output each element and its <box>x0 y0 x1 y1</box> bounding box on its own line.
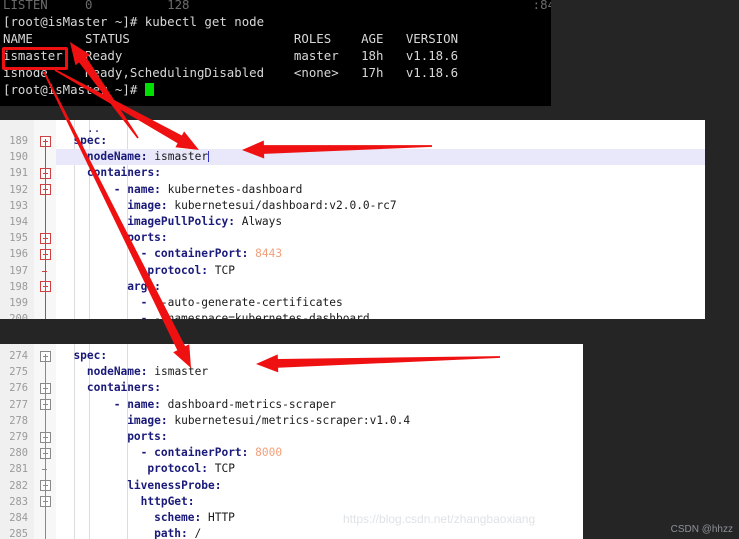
line-number: 275 <box>9 366 28 379</box>
line-number: 200 <box>0 311 28 319</box>
code-line[interactable]: 282 livenessProbe: <box>0 478 583 494</box>
terminal-command-line: [root@isMaster ~]# kubectl get node <box>3 14 265 29</box>
prompt-text: [root@isMaster ~]# <box>3 82 145 97</box>
line-number: 191 <box>9 167 28 180</box>
code-line[interactable]: 200 - --namespace=kubernetes-dashboard <box>0 311 705 319</box>
code-line-text: - name: kubernetes-dashboard <box>113 182 303 196</box>
code-line[interactable]: 274 spec: <box>0 348 583 364</box>
line-number: 280 <box>9 447 28 460</box>
line-number: 199 <box>9 297 28 309</box>
terminal-table-row-ismaster: ismaster Ready master 18h v1.18.6 <box>3 48 459 63</box>
code-line[interactable]: 195 ports: <box>0 230 705 246</box>
code-line-text: image: kubernetesui/dashboard:v2.0.0-rc7 <box>127 198 397 212</box>
line-number: 197 <box>9 264 28 277</box>
screenshot-root: LISTEN 0 128 :8443 [root@isMaster ~]# ku… <box>0 0 739 539</box>
code-line-text: containers: <box>86 166 161 180</box>
line-number: 195 <box>9 232 28 245</box>
line-number: 278 <box>9 414 28 427</box>
line-number: 192 <box>9 183 28 196</box>
terminal-table-row-isnode: isnode Ready,SchedulingDisabled <none> 1… <box>3 65 459 80</box>
code-line[interactable]: 285 path: / <box>0 526 583 539</box>
highlight-box-ismaster <box>2 47 68 70</box>
code-line[interactable]: 284 scheme: HTTP <box>0 510 583 526</box>
terminal-final-prompt: [root@isMaster ~]# <box>3 82 154 98</box>
code-line-text: livenessProbe: <box>127 478 222 492</box>
line-number: 274 <box>9 350 28 362</box>
line-number: 285 <box>9 528 28 539</box>
code-line[interactable]: 190 nodeName: ismaster <box>0 149 705 166</box>
code-line[interactable]: 192 - name: kubernetes-dashboard <box>0 182 705 198</box>
code-line[interactable]: 281 protocol: TCP <box>0 461 583 477</box>
line-number: 279 <box>9 431 28 443</box>
code-line-text: - name: dashboard-metrics-scraper <box>113 397 337 411</box>
code-line[interactable]: 199 - --auto-generate-certificates <box>0 295 705 311</box>
code-line[interactable]: 275 nodeName: ismaster <box>0 364 583 380</box>
line-number: 193 <box>9 199 28 212</box>
code-line[interactable]: 197 protocol: TCP <box>0 263 705 279</box>
yaml-editor-dashboard-deployment[interactable]: .. 189 spec: 190 nodeName: ismaster 191 contai… <box>0 120 705 319</box>
code-line[interactable]: 196 - containerPort: 8443 <box>0 246 705 262</box>
line-number: 194 <box>9 216 28 228</box>
code-line-text: protocol: TCP <box>147 263 235 277</box>
line-number: 281 <box>9 463 28 476</box>
code-line-text: - containerPort: 8000 <box>140 446 283 460</box>
code-line[interactable]: 279 ports: <box>0 429 583 445</box>
yaml-editor-metrics-scraper-deployment[interactable]: 274 spec: 275 nodeName: ismaster 276 containe… <box>0 344 583 539</box>
code-line-text: - --auto-generate-certificates <box>140 296 343 309</box>
terminal-window[interactable]: LISTEN 0 128 :8443 [root@isMaster ~]# ku… <box>0 0 551 106</box>
code-line[interactable]: 278 image: kubernetesui/metrics-scraper:v… <box>0 413 583 429</box>
code-line-text: containers: <box>86 381 161 395</box>
code-line[interactable]: 193 image: kubernetesui/dashboard:v2.0.0-… <box>0 198 705 214</box>
line-number: 277 <box>9 398 28 411</box>
code-line-text: imagePullPolicy: Always <box>127 215 283 228</box>
code-line-text: ports: <box>127 430 168 443</box>
code-line[interactable]: 280 - containerPort: 8000 <box>0 445 583 461</box>
code-line[interactable]: 283 httpGet: <box>0 494 583 510</box>
line-number: 198 <box>9 280 28 293</box>
code-line-text: - --namespace=kubernetes-dashboard <box>140 312 370 319</box>
line-number: 196 <box>9 248 28 261</box>
code-line-text: spec: <box>73 349 108 362</box>
code-line-text: scheme: HTTP <box>154 511 235 524</box>
terminal-cut-line: LISTEN 0 128 :8443 <box>3 0 551 12</box>
csdn-watermark: CSDN @hhzz <box>670 524 733 535</box>
code-line[interactable]: 276 containers: <box>0 380 583 396</box>
code-line-text: nodeName: ismaster <box>86 150 210 164</box>
line-number: 282 <box>9 479 28 492</box>
code-fold-line <box>45 139 46 319</box>
code-line-text: image: kubernetesui/metrics-scraper:v1.0… <box>127 413 411 427</box>
code-line-text: nodeName: ismaster <box>86 365 209 379</box>
code-line[interactable]: 189 spec: <box>0 133 705 149</box>
code-line-text: path: / <box>154 527 202 539</box>
code-line[interactable]: 277 - name: dashboard-metrics-scraper <box>0 397 583 413</box>
code-line-text: httpGet: <box>140 494 195 508</box>
terminal-table-header: NAME STATUS ROLES AGE VERSION <box>3 31 459 46</box>
code-line[interactable]: 191 containers: <box>0 165 705 181</box>
code-line[interactable]: 198 args: <box>0 279 705 295</box>
code-line-text: args: <box>127 279 161 293</box>
terminal-cursor <box>144 83 154 96</box>
code-line-text: - containerPort: 8443 <box>140 247 283 261</box>
line-number: 276 <box>9 382 28 395</box>
code-line[interactable]: 194 imagePullPolicy: Always <box>0 214 705 230</box>
code-line-text: protocol: TCP <box>147 462 235 476</box>
code-fold-line <box>45 354 46 539</box>
line-number: 284 <box>9 512 28 524</box>
line-number: 190 <box>9 151 28 164</box>
code-line-text: spec: <box>73 134 108 147</box>
line-number: 283 <box>9 495 28 508</box>
code-line-text: ports: <box>127 231 168 245</box>
line-number: 189 <box>9 135 28 147</box>
